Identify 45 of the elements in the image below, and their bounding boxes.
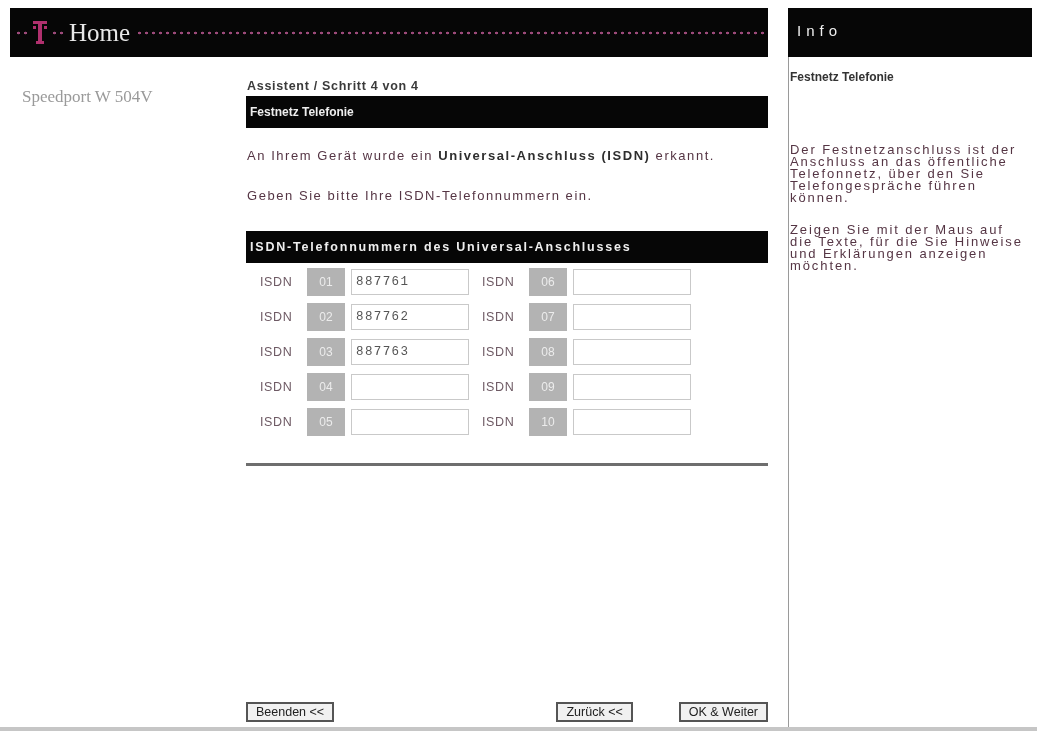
nav-button[interactable]: OK & Weiter — [678, 702, 768, 722]
step-label: Assistent / Schritt 4 von 4 — [246, 78, 420, 94]
input-field[interactable] — [573, 409, 691, 435]
body-text: Geben Sie bitte Ihre ISDN-Telefonnummern ein. — [247, 188, 594, 204]
nav-button[interactable]: Beenden << — [246, 702, 335, 722]
input-field[interactable] — [351, 374, 469, 400]
group-title: ISDN-Telefonnummern des Universal-Anschlusses — [246, 231, 768, 263]
field-label: ISDN — [260, 415, 294, 429]
logo-icon — [33, 20, 47, 45]
field-label: ISDN — [482, 380, 516, 394]
field-number: 07 — [529, 303, 567, 331]
field-label: ISDN — [482, 310, 516, 324]
input-field[interactable] — [573, 269, 691, 295]
nav-button[interactable]: Zurück << — [556, 702, 633, 722]
input-field[interactable] — [351, 409, 469, 435]
input-field[interactable]: 887763 — [351, 339, 469, 365]
field-label: ISDN — [260, 310, 294, 324]
field-label: ISDN — [482, 345, 516, 359]
section-title: Festnetz Telefonie — [246, 96, 768, 128]
info-text: Zeigen Sie mit der Maus auf die Texte, für die Sie Hinweise und Erklärungen anzeigen möchten. — [790, 224, 1024, 272]
input-field[interactable] — [573, 339, 691, 365]
info-text: Der Festnetzanschluss ist der Anschluss an das öffentliche Telefonnetz, über den Sie Telefongespräche führen können. — [790, 144, 1018, 204]
input-field[interactable]: 887761 — [351, 269, 469, 295]
device-name: Speedport W 504V — [22, 87, 153, 106]
field-label: ISDN — [260, 380, 294, 394]
field-number: 02 — [307, 303, 345, 331]
field-label: ISDN — [482, 415, 516, 429]
field-number: 05 — [307, 408, 345, 436]
header-title: Home — [69, 18, 131, 47]
input-field[interactable] — [573, 374, 691, 400]
field-label: ISDN — [482, 275, 516, 289]
input-field[interactable]: 887762 — [351, 304, 469, 330]
field-label: ISDN — [260, 345, 294, 359]
field-number: 03 — [307, 338, 345, 366]
body-text: An Ihrem Gerät wurde ein Universal-Anschluss (ISDN) erkannt. — [247, 148, 716, 164]
info-heading: Festnetz Telefonie — [790, 70, 895, 84]
field-label: ISDN — [260, 275, 294, 289]
field-number: 08 — [529, 338, 567, 366]
field-number: 04 — [307, 373, 345, 401]
input-field[interactable] — [573, 304, 691, 330]
field-number: 01 — [307, 268, 345, 296]
field-number: 09 — [529, 373, 567, 401]
info-title: Info — [797, 22, 843, 39]
field-number: 06 — [529, 268, 567, 296]
field-number: 10 — [529, 408, 567, 436]
